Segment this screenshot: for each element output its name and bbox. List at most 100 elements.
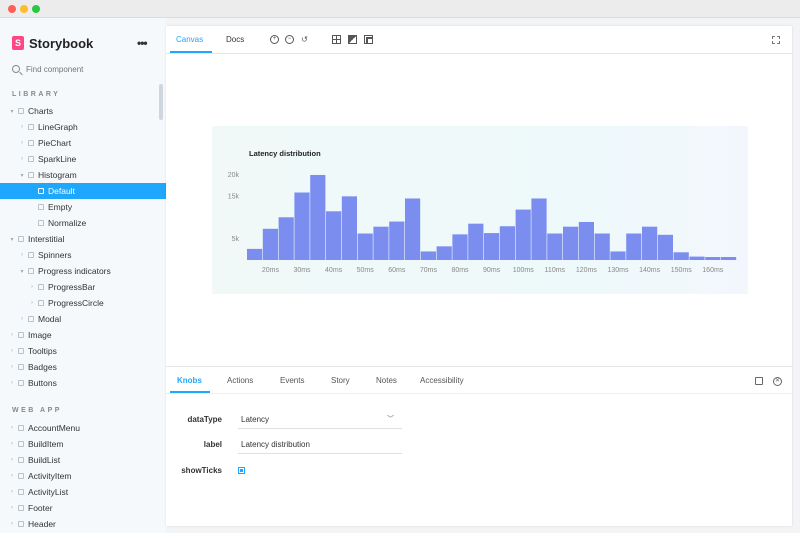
showticks-checkbox[interactable] [238,467,245,474]
library-item[interactable]: › Tooltips [0,343,166,359]
tab-knobs[interactable]: Knobs [177,376,202,385]
knob-label-label: label [203,440,222,449]
library-item[interactable]: ▾ Charts [0,103,166,119]
tree-item-label: Tooltips [28,346,57,356]
x-tick-label: 160ms [702,267,724,274]
library-item[interactable]: › ProgressBar [0,279,166,295]
outline-icon[interactable] [364,35,373,44]
library-item[interactable]: › Image [0,327,166,343]
x-tick-label: 20ms [262,267,280,274]
histogram-bar [626,233,642,260]
tree-item-label: LineGraph [38,122,78,132]
close-icon[interactable]: ✕ [773,377,782,386]
y-tick-label: 20k [228,172,240,179]
brand[interactable]: S Storybook [12,35,94,51]
histogram-bar [278,217,294,260]
histogram-bar [247,248,263,260]
fullscreen-icon[interactable] [772,36,780,44]
library-item[interactable]: Default [0,183,166,199]
background-icon[interactable] [348,35,357,44]
histogram-bar [326,211,342,260]
x-tick-label: 70ms [420,267,438,274]
label-input[interactable] [238,436,402,454]
webapp-item[interactable]: › Header [0,516,166,532]
library-item[interactable]: › Modal [0,311,166,327]
panel-orientation-icon[interactable] [755,377,763,385]
more-options-icon[interactable]: ••• [137,36,148,50]
webapp-item[interactable]: › BuildList [0,452,166,468]
tab-events[interactable]: Events [280,376,304,385]
histogram-bar [705,257,721,260]
chevron-right-icon: › [11,441,13,447]
x-tick-label: 30ms [293,267,311,274]
knob-label-datatype: dataType [187,415,222,424]
tab-canvas[interactable]: Canvas [176,35,203,44]
chevron-down-icon: ﹀ [387,416,394,423]
tree-item-label: Badges [28,362,57,372]
histogram-bar [436,246,452,260]
sidebar-scrollbar[interactable] [159,84,163,120]
library-item[interactable]: › Spinners [0,247,166,263]
minimize-window-button[interactable] [20,5,28,13]
library-item[interactable]: Normalize [0,215,166,231]
component-icon [18,505,24,511]
library-item[interactable]: Empty [0,199,166,215]
webapp-item[interactable]: › AccountMenu [0,420,166,436]
histogram-bar [531,198,547,260]
library-item[interactable]: ▾ Histogram [0,167,166,183]
tree-item-label: Footer [28,503,53,513]
datatype-select[interactable]: Latency ﹀ [238,411,402,429]
brand-title: Storybook [29,35,94,51]
library-item[interactable]: › Badges [0,359,166,375]
webapp-item[interactable]: › ActivityItem [0,468,166,484]
library-tree: ▾ Charts › LineGraph › PieChart › SparkLine ▾ His… [0,103,166,391]
tree-item-label: Header [28,519,56,529]
tab-actions[interactable]: Actions [227,376,253,385]
library-item[interactable]: › Buttons [0,375,166,391]
zoom-in-icon[interactable]: + [270,35,279,44]
tab-accessibility[interactable]: Accessibility [420,376,464,385]
chevron-right-icon: › [11,348,13,354]
library-item[interactable]: › SparkLine [0,151,166,167]
histogram-bar [452,234,468,260]
library-item[interactable]: ▾ Progress indicators [0,263,166,279]
webapp-item[interactable]: › ActivityList [0,484,166,500]
close-window-button[interactable] [8,5,16,13]
zoom-out-icon[interactable]: − [285,35,294,44]
library-item[interactable]: › LineGraph [0,119,166,135]
x-tick-label: 60ms [388,267,406,274]
histogram-bar [357,233,373,260]
tab-story[interactable]: Story [331,376,350,385]
maximize-window-button[interactable] [32,5,40,13]
library-item[interactable]: ▾ Interstitial [0,231,166,247]
component-icon [18,108,24,114]
zoom-reset-icon[interactable]: ↺ [300,35,309,44]
chevron-down-icon: ▾ [20,172,24,179]
histogram-bar [610,251,626,260]
search-input[interactable] [26,64,146,74]
histogram-bar [389,221,405,260]
tree-item-label: Interstitial [28,234,65,244]
tree-item-label: PieChart [38,138,72,148]
component-icon [38,284,44,290]
chevron-right-icon: › [31,284,33,290]
histogram-card: Latency distribution 5k 15k 20k 20ms 30ms 40… [212,126,748,294]
tree-item-label: Buttons [28,378,57,388]
x-tick-label: 130ms [607,267,629,274]
chevron-right-icon: › [21,316,23,322]
chevron-right-icon: › [21,140,23,146]
x-tick-label: 140ms [639,267,661,274]
tree-item-label: Histogram [38,170,77,180]
story-icon [38,204,44,210]
tab-notes[interactable]: Notes [376,376,397,385]
component-icon [18,521,24,527]
histogram-bar [721,257,737,260]
library-item[interactable]: › PieChart [0,135,166,151]
grid-icon[interactable] [332,35,341,44]
chevron-right-icon: › [11,505,13,511]
webapp-item[interactable]: › Footer [0,500,166,516]
addon-tabs-divider [166,393,792,394]
webapp-item[interactable]: › BuildItem [0,436,166,452]
tab-docs[interactable]: Docs [226,35,244,44]
library-item[interactable]: › ProgressCircle [0,295,166,311]
